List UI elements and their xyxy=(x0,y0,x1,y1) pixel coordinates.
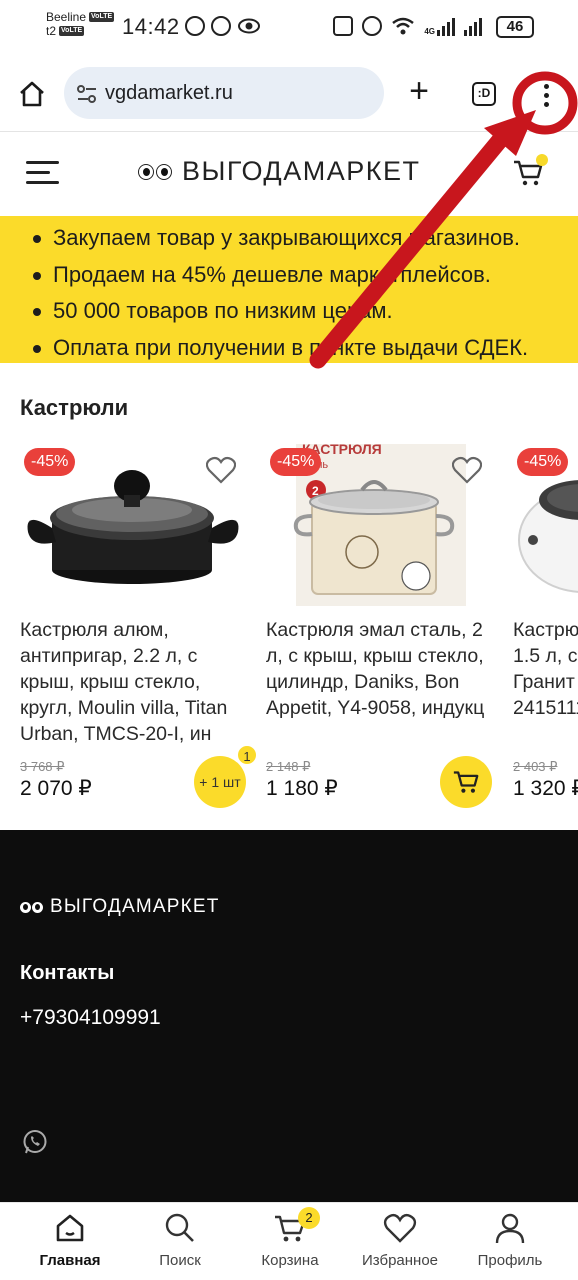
notification-icon xyxy=(185,16,205,36)
discount-badge: -45% xyxy=(24,448,76,476)
address-bar[interactable]: vgdamarket.ru xyxy=(64,67,384,119)
footer-logo[interactable]: ВЫГОДАМАРКЕТ xyxy=(20,896,220,918)
banner-item: 50 000 товаров по низким ценам. xyxy=(28,293,578,330)
volte-badge: VoLTE xyxy=(89,12,115,22)
price: 2 070 ₽ xyxy=(20,777,92,800)
brand-name: ВЫГОДАМАРКЕТ xyxy=(182,156,421,186)
carrier-2: t2 xyxy=(46,24,57,38)
nav-search[interactable]: Поиск xyxy=(130,1211,230,1269)
url-text: vgdamarket.ru xyxy=(105,82,233,104)
old-price: 3 768 ₽ xyxy=(20,759,65,774)
promo-banner: Закупаем товар у закрывающихся магазинов… xyxy=(0,216,578,363)
clock: 14:42 xyxy=(122,14,180,39)
browser-toolbar: vgdamarket.ru + :D xyxy=(0,56,578,132)
price: 1 320 ₽ xyxy=(513,777,578,800)
status-icons-right: 4G xyxy=(333,16,482,36)
status-icons-left xyxy=(185,16,261,36)
contacts-heading: Контакты xyxy=(20,962,115,984)
nav-favorites[interactable]: Избранное xyxy=(350,1211,450,1269)
home-icon xyxy=(56,1214,84,1242)
bottom-navigation: Главная Поиск 2 Корзина Избранное Профил… xyxy=(0,1202,578,1280)
nav-cart-label: Корзина xyxy=(261,1252,319,1269)
browser-menu-button[interactable] xyxy=(530,80,562,112)
speed-icon xyxy=(211,16,231,36)
nav-profile-label: Профиль xyxy=(477,1252,543,1269)
alarm-icon xyxy=(362,16,383,36)
nav-favorites-label: Избранное xyxy=(361,1252,439,1269)
product-name[interactable]: Кастрюля алюм, антипригар, 2.2 л, с крыш… xyxy=(20,617,252,747)
cart-notification-dot xyxy=(536,154,548,166)
nav-profile[interactable]: Профиль xyxy=(460,1211,560,1269)
battery-indicator: 46 xyxy=(496,16,534,38)
favorite-heart-icon[interactable] xyxy=(452,456,482,484)
cell-signal-2-icon xyxy=(464,16,482,36)
add-to-cart-button[interactable] xyxy=(440,756,492,808)
banner-item: Оплата при получении в пункте выдачи СДЕ… xyxy=(28,330,578,364)
old-price: 2 148 ₽ xyxy=(266,759,311,774)
volte-badge-2: VoLTE xyxy=(59,26,85,36)
old-price: 2 403 ₽ xyxy=(513,759,558,774)
wifi-icon xyxy=(392,17,415,35)
cart-count-badge: 2 xyxy=(298,1207,320,1229)
product-card[interactable]: КАСТРЮЛЯ ль 2 -45% Кастрюля эмал сталь, … xyxy=(266,440,494,810)
nav-search-label: Поиск xyxy=(159,1252,201,1269)
site-logo[interactable]: ВЫГОДАМАРКЕТ xyxy=(138,156,420,187)
product-card[interactable]: -45% Кастрюля алюм, антипригар, 2.2 л, с… xyxy=(20,440,258,810)
carrier-1: Beeline xyxy=(46,10,87,24)
phone-link[interactable]: +79304109991 xyxy=(20,1006,161,1030)
cell-signal-1-icon: 4G xyxy=(424,16,455,36)
favorite-heart-icon[interactable] xyxy=(206,456,236,484)
banner-item: Продаем на 45% дешевле маркетплейсов. xyxy=(28,257,578,294)
carrier-info: Beeline VoLTE t2 VoLTE xyxy=(46,10,115,38)
eyes-logo-icon xyxy=(20,901,43,913)
quantity-badge: 1 xyxy=(236,744,258,766)
section-title: Кастрюли xyxy=(20,395,129,420)
product-name[interactable]: Кастрюля эмал сталь, 2 л, с крыш, крыш с… xyxy=(266,617,498,747)
cart-icon xyxy=(453,771,479,793)
tab-switcher-button[interactable]: :D xyxy=(472,82,496,106)
add-one-button[interactable]: + 1 шт xyxy=(194,756,246,808)
discount-badge: -45% xyxy=(517,448,569,476)
site-footer: ВЫГОДАМАРКЕТ Контакты +79304109991 xyxy=(0,830,578,1202)
hamburger-menu-icon[interactable] xyxy=(26,161,59,185)
price: 1 180 ₽ xyxy=(266,777,338,800)
profile-icon xyxy=(495,1213,525,1244)
product-carousel[interactable]: -45% Кастрюля алюм, антипригар, 2.2 л, с… xyxy=(0,440,578,820)
site-header: ВЫГОДАМАРКЕТ xyxy=(0,132,578,216)
nav-home-label: Главная xyxy=(39,1252,101,1269)
new-tab-button[interactable]: + xyxy=(404,74,434,110)
nav-cart[interactable]: 2 Корзина xyxy=(240,1207,340,1269)
eyes-logo-icon xyxy=(138,163,172,180)
product-name[interactable]: Кастрюля 1.5 л, с Гранит 2415111 xyxy=(513,617,578,747)
whatsapp-icon[interactable] xyxy=(22,1129,48,1155)
nfc-icon xyxy=(333,16,354,36)
search-icon xyxy=(165,1213,194,1242)
home-icon[interactable] xyxy=(16,78,48,110)
banner-item: Закупаем товар у закрывающихся магазинов… xyxy=(28,220,578,257)
site-settings-icon[interactable] xyxy=(76,83,98,105)
eye-icon xyxy=(238,18,260,34)
status-bar: Beeline VoLTE t2 VoLTE 14:42 4G 46 xyxy=(0,0,578,56)
nav-home[interactable]: Главная xyxy=(20,1211,120,1269)
heart-icon xyxy=(383,1213,417,1243)
footer-brand-name: ВЫГОДАМАРКЕТ xyxy=(50,896,220,917)
discount-badge: -45% xyxy=(270,448,322,476)
product-card[interactable]: -45% Кастрюля 1.5 л, с Гранит 2415111 2 … xyxy=(513,440,578,810)
